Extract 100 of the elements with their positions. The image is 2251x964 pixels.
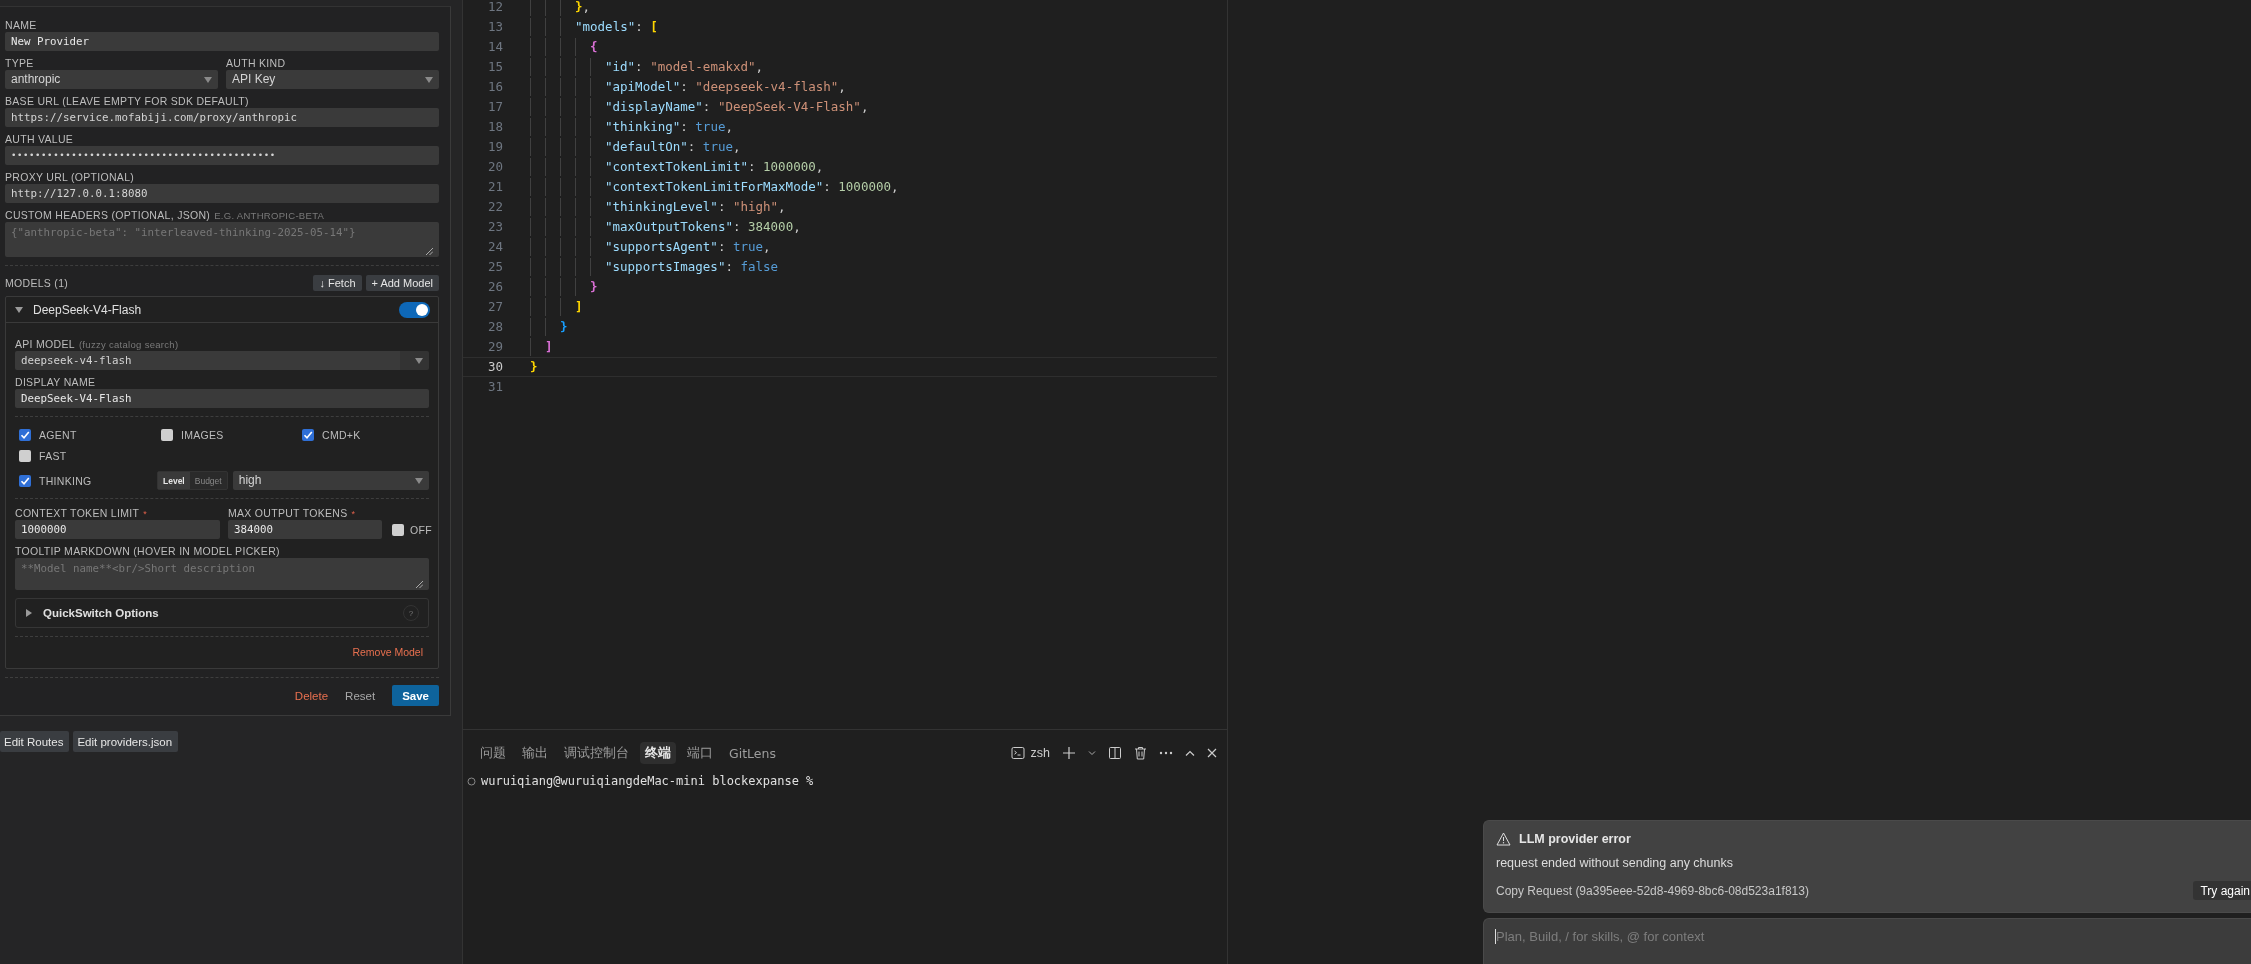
code-line: "thinkingLevel": "high", (530, 198, 786, 216)
field-label: MAX OUTPUT TOKENS (228, 507, 348, 519)
field-label: NAME (5, 19, 37, 31)
code-line: } (530, 318, 568, 336)
checkbox[interactable] (161, 429, 173, 441)
code-line: "maxOutputTokens": 384000, (530, 218, 801, 236)
line-number: 15 (486, 58, 503, 76)
line-number: 13 (486, 18, 503, 36)
text-field[interactable]: New Provider (5, 32, 439, 51)
code-line: { (530, 38, 598, 56)
more-icon[interactable] (1159, 751, 1173, 755)
error-title: LLM provider error (1519, 832, 1631, 846)
field-label: CUSTOM HEADERS (OPTIONAL, JSON) (5, 209, 211, 221)
collapsible-section[interactable]: QuickSwitch Options ? (15, 598, 429, 628)
check-icon (303, 430, 313, 440)
checkbox-label: IMAGES (181, 429, 224, 441)
line-number: 29 (486, 338, 503, 356)
checkbox[interactable] (302, 429, 314, 441)
dropdown[interactable]: API Key (226, 70, 439, 89)
model-title[interactable]: DeepSeek-V4-Flash (33, 302, 389, 317)
check-icon (20, 430, 30, 440)
panel-tab[interactable]: 调试控制台 (559, 742, 634, 764)
line-number: 25 (486, 258, 503, 276)
segment-tab[interactable]: Budget (189, 472, 227, 489)
small-button[interactable]: + Add Model (365, 275, 439, 291)
split-icon[interactable] (1108, 746, 1122, 760)
line-number: 12 (486, 0, 503, 16)
text-field[interactable]: DeepSeek-V4-Flash (15, 389, 429, 408)
checkbox-label: CMD+K (322, 429, 361, 441)
text-field[interactable]: 384000 (228, 520, 382, 539)
footer-button[interactable]: Edit Routes (0, 731, 70, 752)
code-line: "defaultOn": true, (530, 138, 741, 156)
small-button[interactable]: ↓ Fetch (313, 275, 362, 291)
segment-tab[interactable]: Level (158, 472, 190, 489)
remove-link[interactable]: Remove Model (352, 646, 423, 658)
line-number: 30 (486, 358, 503, 376)
field-label: TOOLTIP MARKDOWN (HOVER IN MODEL PICKER) (15, 545, 280, 557)
panel-tab[interactable]: 端口 (682, 742, 718, 764)
field-label: AUTH VALUE (5, 133, 74, 145)
line-number: 31 (486, 378, 503, 396)
code-line: "models": [ (530, 18, 658, 36)
checkbox[interactable] (19, 474, 31, 487)
code-line: ] (530, 298, 583, 316)
field-label: BASE URL (LEAVE EMPTY FOR SDK DEFAULT) (5, 95, 249, 107)
code-line: "contextTokenLimit": 1000000, (530, 158, 824, 176)
line-number: 19 (486, 138, 503, 156)
line-number: 26 (486, 278, 503, 296)
footer-button[interactable]: Edit providers.json (73, 731, 179, 752)
checkbox-label: FAST (39, 450, 67, 462)
toggle-switch[interactable] (399, 301, 430, 318)
terminal-shell-button[interactable]: zsh (1010, 746, 1050, 760)
panel-tab[interactable]: GitLens (724, 742, 781, 764)
chevron-up-icon[interactable] (1185, 749, 1195, 757)
error-message: request ended without sending any chunks (1496, 856, 1734, 870)
checkbox[interactable] (19, 429, 31, 441)
line-number: 28 (486, 318, 503, 336)
field-label: TYPE (5, 57, 34, 69)
dropdown[interactable]: anthropic (5, 70, 218, 89)
warning-icon (1496, 832, 1511, 846)
trash-icon[interactable] (1134, 746, 1147, 760)
panel-tab[interactable]: 终端 (640, 742, 676, 764)
code-line: ] (530, 338, 553, 356)
line-number: 24 (486, 238, 503, 256)
code-line: "supportsAgent": true, (530, 238, 771, 256)
field-hint: E.G. ANTHROPIC-BETA (214, 210, 325, 221)
checkbox-label: THINKING (39, 474, 92, 487)
caret-icon (415, 477, 423, 484)
resize-grip-icon (426, 248, 433, 255)
panel-tab[interactable]: 问题 (475, 742, 511, 764)
checkbox[interactable] (392, 524, 404, 536)
checkbox[interactable] (19, 450, 31, 462)
field-hint: (fuzzy catalog search) (78, 339, 179, 350)
plus-icon[interactable] (1062, 746, 1076, 760)
dropdown[interactable]: deepseek-v4-flash (15, 351, 429, 370)
save-button[interactable]: Save (392, 685, 439, 706)
checkbox-label: OFF (410, 524, 432, 536)
panel-tab[interactable]: 输出 (517, 742, 553, 764)
text-field[interactable]: •••••••••••••••••••••••••••••••••••••••••••• (5, 146, 439, 165)
line-number: 23 (486, 218, 503, 236)
dropdown[interactable]: high (232, 471, 429, 490)
copy-request-link[interactable]: Copy Request (9a395eee-52d8-4969-8bc6-08d523a1f813) (1496, 883, 1809, 898)
action-link[interactable]: Delete (294, 689, 329, 702)
checkbox-label: AGENT (39, 429, 77, 441)
terminal-icon (1010, 746, 1025, 760)
line-number: 16 (486, 78, 503, 96)
code-line: } (530, 358, 538, 376)
action-link[interactable]: Reset (345, 689, 376, 702)
retry-button[interactable]: Try again (2193, 881, 2251, 900)
text-field[interactable]: http://127.0.0.1:8080 (5, 184, 439, 203)
close-icon[interactable] (1207, 748, 1217, 758)
code-line: }, (530, 0, 591, 16)
code-line: "thinking": true, (530, 118, 733, 136)
line-number: 17 (486, 98, 503, 116)
line-number: 22 (486, 198, 503, 216)
line-number: 14 (486, 38, 503, 56)
text-field[interactable]: https://service.mofabiji.com/proxy/anthropic (5, 108, 439, 127)
required-mark: * (143, 509, 147, 519)
text-field[interactable]: 1000000 (15, 520, 220, 539)
chevron-down-icon[interactable] (1088, 750, 1096, 756)
section-title: QuickSwitch Options (43, 607, 160, 619)
